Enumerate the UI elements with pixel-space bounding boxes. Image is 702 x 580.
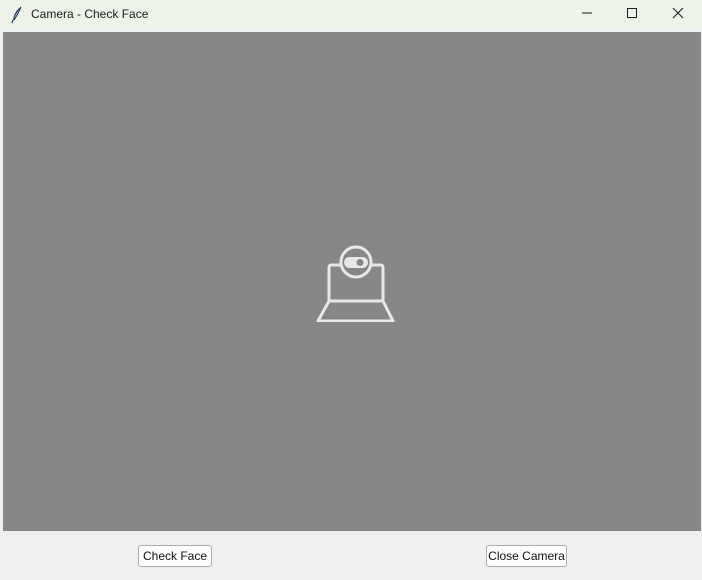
check-face-button[interactable]: Check Face bbox=[138, 545, 212, 567]
feather-icon bbox=[9, 6, 25, 24]
minimize-button[interactable] bbox=[564, 0, 610, 30]
camera-viewport bbox=[3, 32, 701, 531]
button-bar: Check Face Close Camera bbox=[0, 531, 702, 580]
webcam-icon bbox=[313, 244, 395, 323]
maximize-button[interactable] bbox=[609, 0, 655, 30]
camera-window: Camera - Check Face Check Face Close Cam… bbox=[0, 0, 702, 580]
close-icon bbox=[672, 6, 684, 24]
window-title: Camera - Check Face bbox=[31, 7, 149, 21]
close-camera-button[interactable]: Close Camera bbox=[486, 545, 567, 567]
title-bar: Camera - Check Face bbox=[0, 0, 702, 30]
maximize-icon bbox=[626, 6, 638, 24]
close-window-button[interactable] bbox=[655, 0, 701, 30]
minimize-icon bbox=[581, 6, 593, 24]
